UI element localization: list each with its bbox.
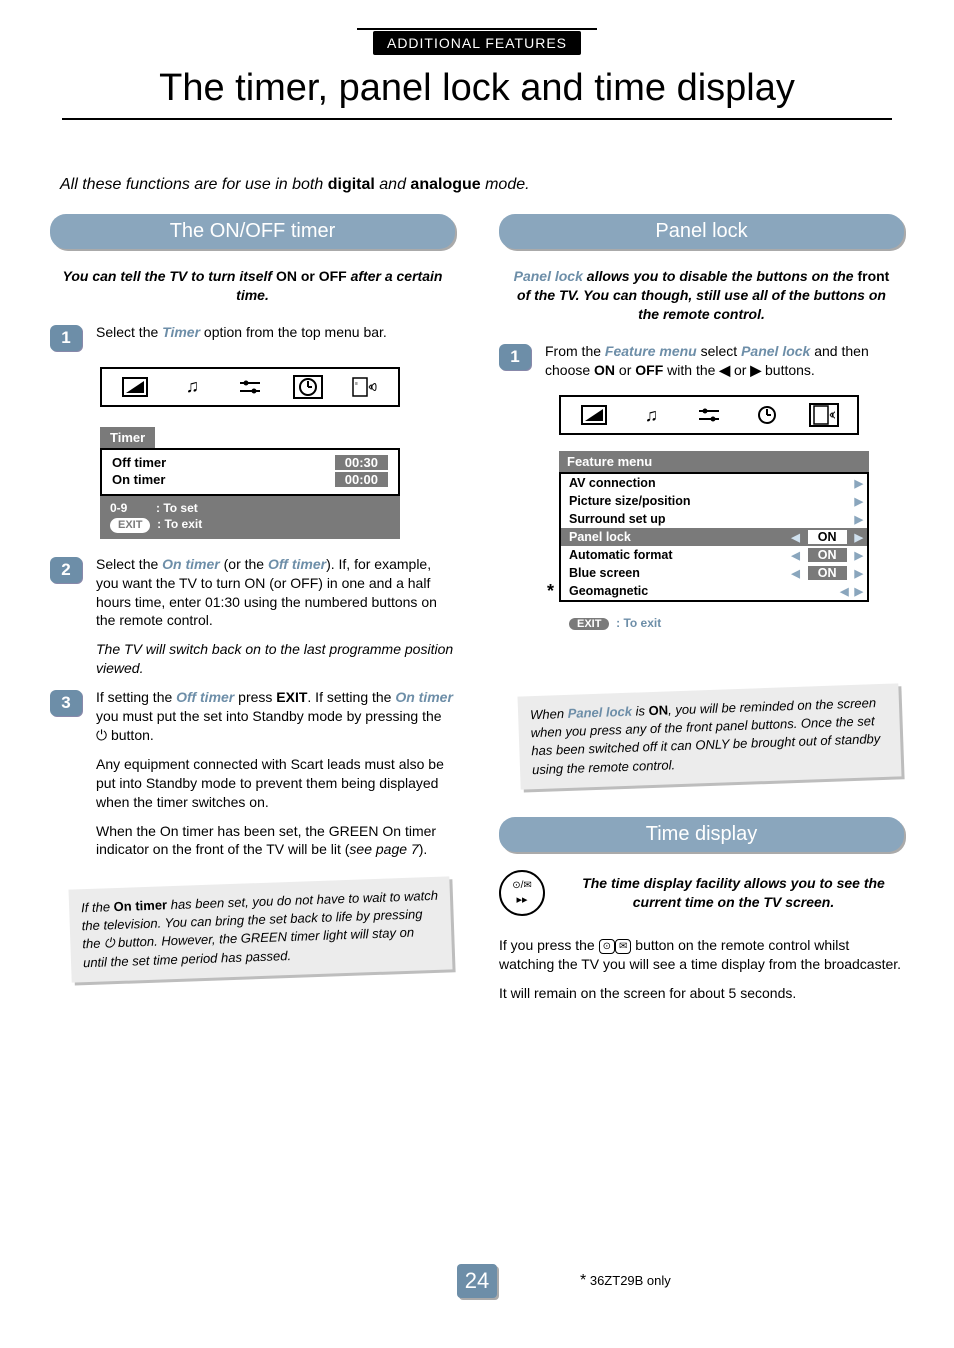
osd-timer: ♫ ≡ Timer Off timer 00:30 On timer 00:00… [100,367,400,539]
sliders-icon [694,403,724,427]
feature-menu-row: Automatic format ◀ ON ▶ [561,546,867,564]
feature-menu-label: Picture size/position [569,494,691,508]
time-display-p1: If you press the ⊙✉ button on the remote… [499,936,904,974]
footnote: * 36ZT29B only [580,1272,671,1290]
feature-menu: Feature menu AV connection▶Picture size/… [559,451,869,602]
clock-icon [752,403,782,427]
feature-menu-row: *Geomagnetic◀▶ [561,582,867,600]
feature-menu-label: Surround set up [569,512,666,526]
left-arrow-icon: ◀ [840,585,848,598]
header-rule-top [357,28,597,30]
step-3-text: If setting the Off timer press EXIT. If … [96,688,455,745]
sliders-icon [235,375,265,399]
speaker-icon [809,403,839,427]
right-arrow-icon: ▶ [855,513,863,526]
panel-step-badge-1: 1 [499,344,531,370]
green-indicator-para: When the On timer has been set, the GREE… [96,822,455,860]
page-number: 24 [457,1264,497,1298]
time-display-blurb: The time display facility allows you to … [563,874,904,912]
panel-lock-note-card: When Panel lock is ON, you will be remin… [517,684,901,790]
scart-para: Any equipment connected with Scart leads… [96,755,455,812]
osd-title: Timer [100,427,155,448]
svg-text:≡: ≡ [355,381,358,387]
feature-menu-title: Feature menu [559,451,869,472]
clock-text-button-icon: ⊙ [599,939,615,955]
feature-menu-row: AV connection ▶ [561,474,867,492]
time-display-p2: It will remain on the screen for about 5… [499,984,904,1003]
star-icon: * [547,581,554,602]
music-icon: ♫ [636,403,666,427]
step-badge-1: 1 [50,325,82,351]
feature-menu-row: Panel lock ◀ ON ▶ [561,528,867,546]
right-arrow-icon: ▶ [855,567,863,580]
right-arrow-icon: ▶ [855,549,863,562]
intro-line: All these functions are for use in both … [60,176,954,194]
power-icon: ⏻ [96,727,107,743]
right-arrow-icon: ▶ [855,531,863,544]
right-arrow-icon: ▶ [855,477,863,490]
on-timer-note-card: If the On timer has been set, you do not… [68,877,452,983]
left-arrow-icon: ◀ [791,549,799,562]
page-title: The timer, panel lock and time display [62,67,892,120]
panel-lock-blurb: Panel lock allows you to disable the but… [509,267,894,324]
feature-menu-value: ON [808,566,847,580]
clock-text-button-icon: ⊙/✉ ▸▸ [499,870,545,916]
right-arrow-icon: ▶ [750,362,761,378]
right-arrow-icon: ▶ [855,495,863,508]
step-2-text: Select the On timer (or the Off timer). … [96,555,455,631]
feature-menu-row: Picture size/position ▶ [561,492,867,510]
power-icon: ⏻ [104,936,115,951]
osd-row-on-timer: On timer 00:00 [112,471,388,488]
column-right: Panel lock Panel lock allows you to disa… [499,204,904,1013]
right-arrow-icon: ▶ [855,585,863,598]
panel-step-1-text: From the Feature menu select Panel lock … [545,342,904,380]
osd-help: 0-9: To set EXIT : To exit [100,496,400,539]
section-onoff-timer: The ON/OFF timer [50,214,455,249]
feature-menu-help: EXIT : To exit [569,616,904,630]
osd-icon-bar: ♫ ≡ [100,367,400,407]
feature-menu-label: AV connection [569,476,656,490]
feature-menu-label: Geomagnetic [569,584,648,598]
left-arrow-icon: ◀ [719,362,730,378]
section-time-display: Time display [499,817,904,852]
step-badge-2: 2 [50,557,82,583]
clock-icon [293,375,323,399]
feature-menu-label: Panel lock [569,530,631,544]
feature-menu-row: Blue screen ◀ ON ▶ [561,564,867,582]
osd-row-off-timer: Off timer 00:30 [112,454,388,471]
section-badge: ADDITIONAL FEATURES [373,31,581,55]
feature-menu-value: ON [808,530,847,544]
feature-menu-value: ON [808,548,847,562]
speaker-icon: ≡ [350,375,380,399]
left-arrow-icon: ◀ [791,567,799,580]
feature-menu-label: Blue screen [569,566,640,580]
music-icon: ♫ [177,375,207,399]
osd-feature-icons: ♫ [559,395,859,435]
step-badge-3: 3 [50,690,82,716]
picture-icon [120,375,150,399]
picture-icon [579,403,609,427]
section-panel-lock: Panel lock [499,214,904,249]
feature-menu-label: Automatic format [569,548,672,562]
step-2-note: The TV will switch back on to the last p… [96,640,455,678]
column-left: The ON/OFF timer You can tell the TV to … [50,204,455,1013]
left-arrow-icon: ◀ [791,531,799,544]
feature-menu-row: Surround set up ▶ [561,510,867,528]
timer-blurb: You can tell the TV to turn itself ON or… [60,267,445,305]
text-button-icon: ✉ [615,939,631,955]
step-1-text: Select the Timer option from the top men… [96,323,455,351]
